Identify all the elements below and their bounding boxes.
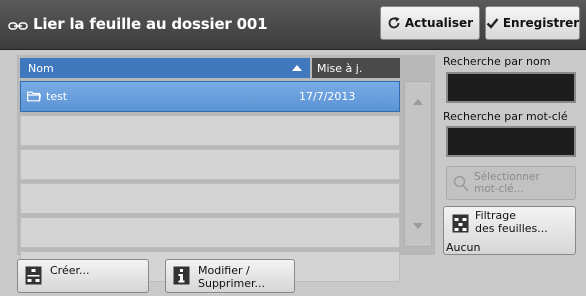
- table-row[interactable]: test 17/7/2013: [20, 81, 400, 112]
- link-icon: [8, 18, 28, 30]
- scroll-down-icon[interactable]: [413, 223, 423, 229]
- create-label: Créer...: [50, 264, 90, 277]
- filter-label-line2: des feuilles...: [475, 222, 548, 235]
- search-by-keyword-label: Recherche par mot-clé: [443, 110, 568, 123]
- folder-rows: test 17/7/2013: [20, 81, 400, 285]
- column-header-name-label: Nom: [28, 61, 54, 75]
- filter-sheets-label: Filtrage des feuilles...: [475, 209, 575, 235]
- table-row[interactable]: [20, 183, 400, 214]
- title-bar: Lier la feuille au dossier 001 Actualise…: [0, 0, 586, 50]
- list-header: Nom Mise à j.: [20, 58, 400, 78]
- select-keyword-line1: Sélectionner: [474, 171, 540, 183]
- refresh-label: Actualiser: [404, 16, 474, 30]
- save-button[interactable]: Enregistrer: [485, 6, 580, 40]
- checkmark-icon: [486, 17, 499, 29]
- select-keyword-button[interactable]: Sélectionner mot-clé...: [446, 166, 576, 200]
- folder-icon: [27, 91, 41, 102]
- row-name-cell: test: [21, 90, 291, 103]
- sheet-filter-icon: [452, 214, 469, 233]
- save-label: Enregistrer: [502, 16, 580, 30]
- modify-label-line1: Modifier /: [198, 264, 250, 277]
- scroll-up-icon[interactable]: [413, 99, 423, 105]
- row-name: test: [46, 90, 68, 103]
- select-keyword-line2: mot-clé...: [474, 183, 524, 195]
- modify-delete-label: Modifier / Supprimer...: [198, 264, 265, 290]
- column-header-date[interactable]: Mise à j.: [312, 58, 400, 78]
- select-keyword-label: Sélectionner mot-clé...: [474, 171, 540, 195]
- create-button[interactable]: Créer...: [17, 259, 149, 293]
- sort-ascending-icon: [292, 65, 302, 71]
- search-by-keyword-field[interactable]: [446, 126, 576, 157]
- refresh-button[interactable]: Actualiser: [380, 6, 480, 40]
- page-title: Lier la feuille au dossier 001: [33, 15, 268, 33]
- filter-label-line1: Filtrage: [475, 209, 516, 222]
- row-date: 17/7/2013: [299, 90, 356, 103]
- magnifier-icon: [453, 175, 469, 192]
- table-row[interactable]: [20, 149, 400, 180]
- modify-label-line2: Supprimer...: [198, 277, 265, 290]
- page-title-container: Lier la feuille au dossier 001: [8, 12, 268, 36]
- modify-delete-button[interactable]: Modifier / Supprimer...: [165, 259, 295, 293]
- refresh-icon: [387, 16, 401, 30]
- column-header-name[interactable]: Nom: [20, 58, 310, 78]
- filter-status: Aucun: [446, 241, 481, 254]
- filter-sheets-button[interactable]: Filtrage des feuilles... Aucun: [443, 206, 576, 255]
- search-by-name-field[interactable]: [446, 72, 576, 103]
- info-icon: [173, 266, 190, 285]
- list-scrollbar[interactable]: [404, 81, 432, 247]
- search-by-name-label: Recherche par nom: [443, 55, 551, 68]
- folder-list-panel: Nom Mise à j. test 17/7/2013: [17, 55, 435, 282]
- table-row[interactable]: [20, 115, 400, 146]
- create-folder-icon: [25, 266, 42, 285]
- column-header-date-label: Mise à j.: [317, 61, 363, 75]
- table-row[interactable]: [20, 217, 400, 248]
